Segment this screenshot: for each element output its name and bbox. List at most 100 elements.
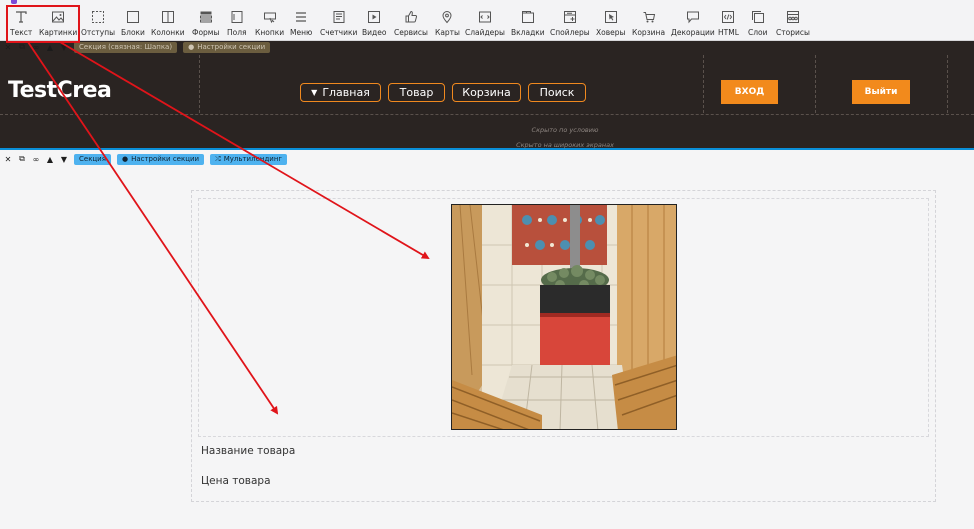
header-section: ✕ ⧉ ∞ ▲ ▼ Секция (связная: Шапка) ● Настр… <box>0 41 974 150</box>
site-logo[interactable]: TestCrea <box>8 78 112 103</box>
toolbar-services[interactable]: Сервисы <box>394 10 428 37</box>
divider <box>199 55 200 113</box>
spacing-icon <box>92 11 105 23</box>
divider <box>0 114 974 115</box>
drop-icon: ● <box>188 43 195 51</box>
multilanding-button[interactable]: ⤮ Мультилендинг <box>210 153 288 165</box>
toolbar-sliders[interactable]: Слайдеры <box>465 10 505 37</box>
caret-down-icon: ▼ <box>311 88 318 97</box>
toolbar-hovers[interactable]: Ховеры <box>596 10 625 37</box>
text-icon <box>16 11 27 23</box>
toolbar-label: Ховеры <box>596 28 626 37</box>
toolbar-tabs[interactable]: Вкладки <box>511 10 545 37</box>
counter-icon <box>333 11 345 23</box>
toolbar-menu[interactable]: Меню <box>290 10 312 37</box>
toolbar-video[interactable]: Видео <box>362 10 386 37</box>
close-icon[interactable]: ✕ <box>4 43 12 52</box>
toolbar-columns[interactable]: Колонки <box>151 10 185 37</box>
code-icon <box>722 11 735 23</box>
toolbar-label: Поля <box>227 28 247 37</box>
columns-icon <box>161 11 174 23</box>
login-button[interactable]: ВХОД <box>721 80 778 104</box>
product-price[interactable]: Цена товара <box>201 475 271 487</box>
nav-product[interactable]: Товар <box>388 83 445 102</box>
button-icon <box>263 12 276 24</box>
cart-icon <box>643 12 655 23</box>
speech-bubble-icon <box>686 11 699 24</box>
drop-icon: ● <box>121 155 129 163</box>
copy-icon[interactable]: ⧉ <box>18 42 26 51</box>
hidden-condition-note: Скрыто по условию <box>531 126 599 134</box>
spoiler-icon <box>563 11 576 23</box>
element-toolbar: Текст Картинки Отступы Блоки Колонки Фор… <box>0 0 974 41</box>
arrow-down-icon[interactable]: ▼ <box>60 43 68 52</box>
nav-search[interactable]: Поиск <box>528 83 586 102</box>
section-label[interactable]: Секция (связная: Шапка) <box>74 41 178 53</box>
toolbar-maps[interactable]: Карты <box>435 10 460 37</box>
divider <box>947 55 948 113</box>
divider <box>703 55 704 113</box>
toolbar-counters[interactable]: Счетчики <box>320 10 357 37</box>
section-controls: ✕ ⧉ ∞ ▲ ▼ Секция (связная: Шапка) ● Настр… <box>0 41 271 53</box>
slider-icon <box>478 11 491 23</box>
toolbar-label: Слои <box>748 28 768 37</box>
indicator-mark <box>11 0 17 4</box>
arrow-up-icon[interactable]: ▲ <box>46 155 54 164</box>
toolbar-label: Спойлеры <box>550 28 590 37</box>
arrow-up-icon[interactable]: ▲ <box>46 43 54 52</box>
like-icon <box>405 10 418 23</box>
toolbar-label: Текст <box>10 28 33 37</box>
block-icon <box>126 11 139 23</box>
toolbar-buttons[interactable]: Кнопки <box>255 10 284 37</box>
section-label[interactable]: Секция <box>74 153 111 165</box>
toolbar-label: Карты <box>435 28 460 37</box>
toolbar-decorations[interactable]: Декорации <box>671 10 715 37</box>
toolbar-cart[interactable]: Корзина <box>632 10 665 37</box>
section-settings-button[interactable]: ● Настройки секции <box>116 153 205 165</box>
copy-icon[interactable]: ⧉ <box>18 154 26 163</box>
toolbar-stories[interactable]: Сторисы <box>776 10 810 37</box>
toolbar-label: Счетчики <box>320 28 358 37</box>
toolbar-label: Корзина <box>632 28 666 37</box>
toolbar-forms[interactable]: Формы <box>192 10 219 37</box>
logout-button[interactable]: Выйти <box>852 80 910 104</box>
hidden-wide-note: Скрыто на широких экранах <box>516 141 614 149</box>
toolbar-label: Колонки <box>151 28 185 37</box>
image-icon <box>52 11 65 23</box>
product-name[interactable]: Название товара <box>201 445 295 457</box>
toolbar-layers[interactable]: Слои <box>748 10 768 37</box>
stories-icon <box>786 11 799 23</box>
toolbar-spacing[interactable]: Отступы <box>81 10 115 37</box>
toolbar-label: Сторисы <box>776 28 810 37</box>
content-section-controls: ✕ ⧉ ∞ ▲ ▼ Секция ● Настройки секции ⤮ Муль… <box>0 152 288 166</box>
cursor-icon <box>604 11 617 23</box>
toolbar-images[interactable]: Картинки <box>39 10 77 37</box>
layers-icon <box>751 11 764 23</box>
field-icon <box>231 11 243 23</box>
shuffle-icon: ⤮ <box>215 154 221 163</box>
section-settings-button[interactable]: ● Настройки секции <box>183 41 271 53</box>
divider <box>815 55 816 113</box>
form-icon <box>199 11 212 23</box>
toolbar-label: Слайдеры <box>465 28 505 37</box>
editor-canvas: Текст Картинки Отступы Блоки Колонки Фор… <box>0 0 974 529</box>
toolbar-html[interactable]: HTML <box>718 10 739 37</box>
product-image[interactable] <box>451 204 677 430</box>
toolbar-spoilers[interactable]: Спойлеры <box>550 10 590 37</box>
link-icon[interactable]: ∞ <box>32 155 40 164</box>
nav-cart[interactable]: Корзина <box>452 83 521 102</box>
close-icon[interactable]: ✕ <box>4 155 12 164</box>
toolbar-label: Кнопки <box>255 28 285 37</box>
arrow-down-icon[interactable]: ▼ <box>60 155 68 164</box>
map-pin-icon <box>442 11 452 24</box>
toolbar-label: Блоки <box>121 28 145 37</box>
toolbar-blocks[interactable]: Блоки <box>121 10 145 37</box>
menu-icon <box>296 12 307 22</box>
toolbar-text[interactable]: Текст <box>10 10 32 37</box>
toolbar-label: Вкладки <box>511 28 545 37</box>
sauna-stove-photo <box>452 205 676 429</box>
toolbar-label: Картинки <box>39 28 78 37</box>
nav-home[interactable]: ▼ Главная <box>300 83 381 102</box>
toolbar-fields[interactable]: Поля <box>227 10 247 37</box>
link-icon[interactable]: ∞ <box>32 43 40 52</box>
